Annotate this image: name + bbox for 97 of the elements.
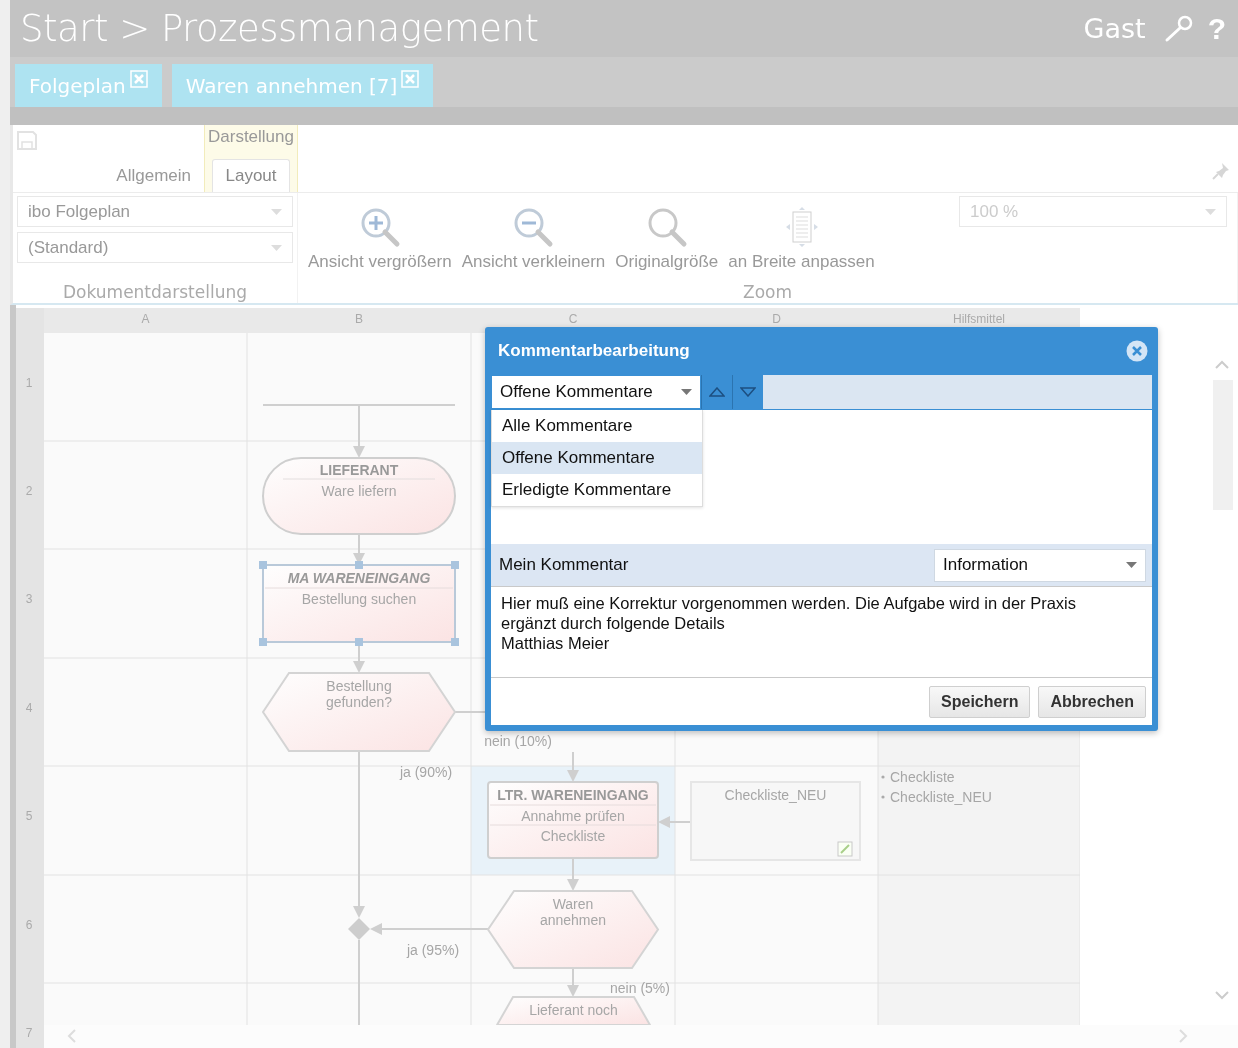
node-text: Checkliste bbox=[540, 828, 606, 844]
flow-label: ja (95%) bbox=[406, 942, 460, 958]
row-number: 6 bbox=[25, 918, 33, 932]
node-text: Annahme prüfen bbox=[521, 808, 625, 824]
column-header: D bbox=[772, 312, 781, 326]
group-label: Dokumentdarstellung bbox=[63, 282, 247, 303]
previous-button[interactable] bbox=[701, 375, 732, 409]
selection-handle[interactable] bbox=[259, 561, 267, 569]
dropdown-option[interactable]: Alle Kommentare bbox=[492, 410, 702, 442]
bullet-icon bbox=[881, 775, 885, 779]
pin-icon[interactable] bbox=[1212, 161, 1230, 180]
dropdown-field[interactable]: (Standard) bbox=[17, 232, 293, 263]
flow-label: nein (5%) bbox=[610, 980, 670, 996]
comment-type-dropdown[interactable]: Information bbox=[934, 548, 1146, 582]
node-text: annehmen bbox=[539, 912, 607, 928]
row-number: 2 bbox=[25, 484, 33, 498]
help-button[interactable]: ? bbox=[1207, 11, 1226, 46]
ribbon-tab[interactable]: Layout bbox=[212, 159, 290, 192]
save-icon[interactable] bbox=[17, 131, 37, 150]
caret-icon bbox=[681, 389, 692, 395]
dropdown-option[interactable]: Offene Kommentare bbox=[492, 442, 702, 474]
selection-handle[interactable] bbox=[355, 561, 363, 569]
connector-arrow bbox=[658, 816, 692, 828]
flow-label: nein (10%) bbox=[484, 733, 552, 749]
node-text: Checkliste_NEU bbox=[724, 787, 827, 803]
row-number: 3 bbox=[25, 592, 33, 606]
comment-text-field[interactable]: Hier muß eine Korrektur vorgenommen werden. Die Aufgabe wird in der Praxis ergänzt durch folgende Details Matthias Meier bbox=[491, 586, 1152, 678]
caret-icon bbox=[271, 208, 282, 215]
node-text: Bestellung bbox=[326, 678, 392, 694]
caret-icon bbox=[1205, 208, 1216, 215]
key-icon[interactable] bbox=[1163, 14, 1194, 43]
close-icon[interactable] bbox=[129, 70, 148, 88]
zoom-button[interactable]: Ansicht verkleinern bbox=[461, 196, 606, 282]
connector-arrow bbox=[567, 857, 579, 891]
process-shape[interactable] bbox=[487, 781, 659, 859]
dialog-button[interactable]: Abbrechen bbox=[1038, 685, 1146, 718]
selection-handle[interactable] bbox=[355, 638, 363, 646]
up-triangle-icon bbox=[709, 387, 725, 397]
column-header: A bbox=[141, 312, 150, 326]
filter-combobox[interactable]: Offene Kommentare bbox=[491, 375, 701, 409]
selection-handle[interactable] bbox=[259, 638, 267, 646]
dialog-button[interactable]: Speichern bbox=[929, 685, 1031, 718]
merge-diamond[interactable] bbox=[348, 918, 370, 940]
selection-handle[interactable] bbox=[451, 561, 459, 569]
close-icon bbox=[1126, 340, 1148, 362]
zoom-button[interactable]: Originalgröße bbox=[615, 196, 719, 282]
connector-arrow bbox=[567, 967, 579, 997]
node-title: LIEFERANT bbox=[319, 462, 399, 478]
node-text: gefunden? bbox=[325, 694, 393, 710]
row-number: 7 bbox=[25, 1026, 33, 1040]
scroll-left-icon[interactable] bbox=[67, 1029, 76, 1043]
node-text: Waren bbox=[552, 896, 594, 912]
process-shape[interactable] bbox=[262, 564, 456, 643]
resource-item[interactable]: Checkliste bbox=[890, 769, 955, 785]
node-text: Lieferant noch bbox=[529, 1002, 618, 1018]
connector-arrow bbox=[353, 404, 365, 458]
row-number: 5 bbox=[25, 809, 33, 823]
edit-icon[interactable] bbox=[837, 841, 853, 857]
scroll-down-icon[interactable] bbox=[1215, 991, 1229, 1000]
zoom-out-icon bbox=[512, 206, 555, 248]
document-shape[interactable] bbox=[690, 781, 861, 861]
dropdown-option[interactable]: Erledigte Kommentare bbox=[492, 474, 702, 506]
close-button[interactable] bbox=[1126, 340, 1148, 362]
row-number: 4 bbox=[25, 701, 33, 715]
dialog-title: Kommentarbearbeitung bbox=[498, 341, 690, 361]
zoom-button[interactable]: an Breite anpassen bbox=[728, 196, 875, 282]
dropdown-field[interactable]: ibo Folgeplan bbox=[17, 196, 293, 227]
row-number: 1 bbox=[25, 376, 33, 390]
column-header: C bbox=[568, 312, 578, 326]
node-title: MA WARENEINGANG bbox=[287, 570, 431, 586]
ribbon-tab[interactable]: Allgemein bbox=[103, 159, 204, 192]
comment-label: Mein Kommentar bbox=[499, 555, 629, 575]
node-text: Ware liefern bbox=[321, 483, 397, 499]
context-tab-label: Darstellung bbox=[208, 127, 294, 147]
node-text: Bestellung suchen bbox=[301, 591, 417, 607]
selection-handle[interactable] bbox=[451, 638, 459, 646]
scroll-right-icon[interactable] bbox=[1179, 1029, 1188, 1043]
zoom-button[interactable]: Ansicht vergrößern bbox=[308, 196, 452, 282]
group-label: Zoom bbox=[743, 282, 792, 303]
resource-item[interactable]: Checkliste_NEU bbox=[890, 789, 992, 805]
scroll-up-icon[interactable] bbox=[1215, 360, 1229, 369]
down-triangle-icon bbox=[740, 387, 756, 397]
column-header: Hilfsmittel bbox=[953, 312, 1005, 326]
close-icon[interactable] bbox=[401, 70, 420, 88]
decision-shape[interactable] bbox=[261, 672, 457, 752]
connector-arrow bbox=[567, 751, 579, 782]
flow-label: ja (90%) bbox=[399, 764, 453, 780]
connector-line bbox=[454, 711, 487, 713]
next-button[interactable] bbox=[732, 375, 763, 409]
column-header: B bbox=[355, 312, 363, 326]
caret-icon bbox=[1126, 562, 1137, 568]
node-title: LTR. WARENEINGANG bbox=[497, 787, 649, 803]
breadcrumb-title: Start > Prozessmanagement bbox=[20, 7, 539, 50]
user-name[interactable]: Gast bbox=[1083, 13, 1146, 44]
caret-icon bbox=[271, 244, 282, 251]
bullet-icon bbox=[881, 795, 885, 799]
decision-shape[interactable] bbox=[486, 890, 660, 969]
